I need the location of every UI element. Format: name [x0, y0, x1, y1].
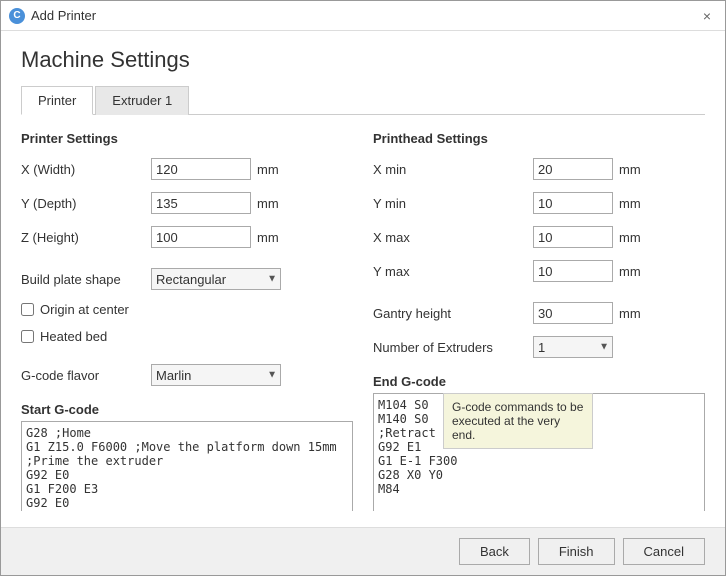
right-column: Printhead Settings X min mm Y min mm [373, 131, 705, 511]
back-button[interactable]: Back [459, 538, 530, 565]
close-button[interactable]: × [697, 6, 717, 26]
build-plate-select-wrapper: Rectangular Circular ▼ [151, 268, 281, 290]
gantry-input-group: mm [533, 302, 641, 324]
finish-button[interactable]: Finish [538, 538, 615, 565]
bottom-bar: Back Finish Cancel [1, 527, 725, 575]
origin-checkbox[interactable] [21, 303, 34, 316]
window-title: Add Printer [31, 8, 96, 23]
field-row-extruders: Number of Extruders 1 2 3 ▼ [373, 336, 705, 358]
field-row-ymax: Y max mm [373, 260, 705, 282]
ymin-input[interactable] [533, 192, 613, 214]
build-plate-select[interactable]: Rectangular Circular [151, 268, 281, 290]
field-row-xmin: X min mm [373, 158, 705, 180]
x-width-unit: mm [257, 162, 279, 177]
extruders-select[interactable]: 1 2 3 [533, 336, 613, 358]
printer-settings-title: Printer Settings [21, 131, 353, 146]
y-depth-unit: mm [257, 196, 279, 211]
main-window: C Add Printer × Machine Settings Printer… [0, 0, 726, 576]
end-gcode-textarea[interactable]: M104 S0 M140 S0 ;Retract G92 E1 G1 E-1 F… [373, 393, 705, 511]
xmin-input-group: mm [533, 158, 641, 180]
ymax-unit: mm [619, 264, 641, 279]
x-width-input[interactable] [151, 158, 251, 180]
build-plate-label: Build plate shape [21, 272, 151, 287]
xmin-label: X min [373, 162, 533, 177]
y-depth-input-group: mm [151, 192, 279, 214]
ymin-label: Y min [373, 196, 533, 211]
field-row-build-plate: Build plate shape Rectangular Circular ▼ [21, 268, 353, 290]
end-gcode-section: End G-code M104 S0 M140 S0 ;Retract G92 … [373, 374, 705, 511]
gcode-flavor-select-wrapper: Marlin RepRap UltiGCode ▼ [151, 364, 281, 386]
z-height-unit: mm [257, 230, 279, 245]
ymax-input-group: mm [533, 260, 641, 282]
ymin-unit: mm [619, 196, 641, 211]
ymax-input[interactable] [533, 260, 613, 282]
origin-checkbox-row: Origin at center [21, 302, 353, 317]
end-gcode-container: M104 S0 M140 S0 ;Retract G92 E1 G1 E-1 F… [373, 393, 705, 511]
ymin-input-group: mm [533, 192, 641, 214]
field-row-gcode-flavor: G-code flavor Marlin RepRap UltiGCode ▼ [21, 364, 353, 386]
heated-bed-checkbox[interactable] [21, 330, 34, 343]
extruders-select-wrapper: 1 2 3 ▼ [533, 336, 613, 358]
start-gcode-label: Start G-code [21, 402, 353, 417]
x-width-label: X (Width) [21, 162, 151, 177]
cancel-button[interactable]: Cancel [623, 538, 705, 565]
tab-printer[interactable]: Printer [21, 86, 93, 115]
y-depth-input[interactable] [151, 192, 251, 214]
start-gcode-section: Start G-code G28 ;Home G1 Z15.0 F6000 ;M… [21, 402, 353, 511]
heated-bed-checkbox-row: Heated bed [21, 329, 353, 344]
y-depth-label: Y (Depth) [21, 196, 151, 211]
xmax-input-group: mm [533, 226, 641, 248]
settings-columns: Printer Settings X (Width) mm Y (Depth) … [21, 131, 705, 511]
origin-label: Origin at center [40, 302, 129, 317]
x-width-input-group: mm [151, 158, 279, 180]
field-row-y-depth: Y (Depth) mm [21, 192, 353, 214]
field-row-ymin: Y min mm [373, 192, 705, 214]
xmin-unit: mm [619, 162, 641, 177]
start-gcode-textarea[interactable]: G28 ;Home G1 Z15.0 F6000 ;Move the platf… [21, 421, 353, 511]
app-icon: C [9, 8, 25, 24]
tab-bar: Printer Extruder 1 [21, 85, 705, 115]
title-bar: C Add Printer × [1, 1, 725, 31]
z-height-label: Z (Height) [21, 230, 151, 245]
z-height-input[interactable] [151, 226, 251, 248]
field-row-z-height: Z (Height) mm [21, 226, 353, 248]
gcode-flavor-select[interactable]: Marlin RepRap UltiGCode [151, 364, 281, 386]
gcode-flavor-label: G-code flavor [21, 368, 151, 383]
gantry-input[interactable] [533, 302, 613, 324]
ymax-label: Y max [373, 264, 533, 279]
field-row-x-width: X (Width) mm [21, 158, 353, 180]
field-row-gantry: Gantry height mm [373, 302, 705, 324]
gantry-unit: mm [619, 306, 641, 321]
z-height-input-group: mm [151, 226, 279, 248]
extruders-label: Number of Extruders [373, 340, 533, 355]
end-gcode-label: End G-code [373, 374, 705, 389]
left-column: Printer Settings X (Width) mm Y (Depth) … [21, 131, 353, 511]
xmax-input[interactable] [533, 226, 613, 248]
title-bar-left: C Add Printer [9, 8, 96, 24]
page-title: Machine Settings [21, 47, 705, 73]
tab-extruder1[interactable]: Extruder 1 [95, 86, 189, 115]
field-row-xmax: X max mm [373, 226, 705, 248]
xmax-label: X max [373, 230, 533, 245]
main-content: Machine Settings Printer Extruder 1 Prin… [1, 31, 725, 527]
printhead-settings-title: Printhead Settings [373, 131, 705, 146]
gantry-label: Gantry height [373, 306, 533, 321]
xmax-unit: mm [619, 230, 641, 245]
heated-bed-label: Heated bed [40, 329, 107, 344]
xmin-input[interactable] [533, 158, 613, 180]
